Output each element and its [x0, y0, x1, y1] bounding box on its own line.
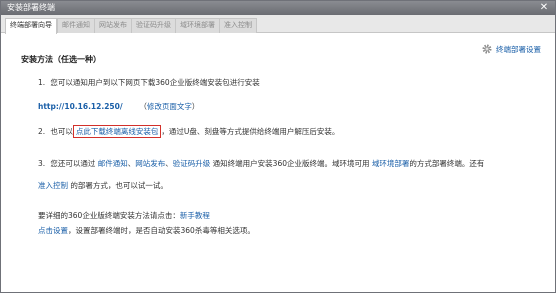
beginner-tutorial-link[interactable]: 新手教程 [180, 211, 210, 220]
tab-web-publish[interactable]: 网站发布 [94, 18, 132, 33]
tab-mail-notify[interactable]: 邮件通知 [57, 18, 95, 33]
step1-url-line: http://10.16.12.250/ （修改页面文字） [38, 102, 199, 112]
step2-suffix: ，通过U盘、刻盘等方式提供给终端用户解压后安装。 [161, 127, 340, 136]
domain-deploy-link[interactable]: 域环境部署 [372, 159, 410, 168]
offline-package-download-link[interactable]: 点此下载终端离线安装包 [72, 125, 162, 138]
click-settings-link[interactable]: 点击设置 [38, 226, 68, 235]
step3-number: 3. [38, 159, 46, 168]
close-icon[interactable]: ✕ [537, 2, 551, 13]
tab-access-control[interactable]: 准入控制 [219, 18, 257, 33]
access-control-link[interactable]: 准入控制 [38, 181, 68, 190]
deploy-settings-link[interactable]: 终端部署设置 [481, 43, 541, 55]
step3-line1: 3. 您还可以通过 邮件通知、网站发布、验证码升级 通知终端用户安装360企业版… [38, 159, 484, 169]
step3-sep2: 、 [165, 159, 173, 168]
edit-paren-close: ） [191, 102, 200, 111]
web-publish-link[interactable]: 网站发布 [135, 159, 165, 168]
auto-setting-line: 点击设置，设置部署终端时，是否自动安装360杀毒等相关选项。 [38, 226, 255, 236]
download-page-url[interactable]: http://10.16.12.250/ [38, 102, 123, 111]
step3-mid: 通知终端用户安装360企业版终端。域环境可用 [212, 159, 370, 168]
step2-line: 2. 也可以 点此下载终端离线安装包 ，通过U盘、刻盘等方式提供给终端用户解压后安装… [38, 125, 340, 138]
step3-prefix: 您还可以通过 [50, 159, 96, 168]
step3-line2: 准入控制 的部署方式，也可以试一试。 [38, 181, 168, 191]
tutorial-prefix: 要详细的360企业版终端安装方法请点击： [38, 211, 180, 220]
step1-number: 1. [38, 78, 46, 87]
step1-text-line: 1. 您可以通知用户到以下网页下载360企业版终端安装包进行安装 [38, 78, 260, 88]
edit-paren-open: （ [139, 102, 147, 111]
tab-bar: 终端部署向导 邮件通知 网站发布 验证码升级 域环境部署 准入控制 [1, 15, 555, 34]
edit-page-text-link[interactable]: 修改页面文字 [147, 102, 192, 111]
tab-domain-deploy[interactable]: 域环境部署 [175, 18, 220, 33]
step1-text: 您可以通知用户到以下网页下载360企业版终端安装包进行安装 [50, 78, 260, 87]
auto-setting-suffix: ，设置部署终端时，是否自动安装360杀毒等相关选项。 [68, 226, 255, 235]
deploy-settings-label: 终端部署设置 [496, 44, 541, 54]
mail-notify-link[interactable]: 邮件通知 [98, 159, 128, 168]
tutorial-line: 要详细的360企业版终端安装方法请点击：新手教程 [38, 211, 210, 221]
gear-icon [482, 44, 492, 54]
install-dialog: 安装部署终端 ✕ 终端部署向导 邮件通知 网站发布 验证码升级 域环境部署 准入… [0, 0, 556, 293]
step2-number: 2. [38, 127, 46, 136]
tab-deploy-wizard[interactable]: 终端部署向导 [5, 18, 57, 34]
step3-tail: 的方式部署终端。还有 [409, 159, 485, 168]
step3-line2-suffix: 的部署方式，也可以试一试。 [70, 181, 168, 190]
install-methods-heading: 安装方法（任选一种） [21, 55, 101, 64]
captcha-upgrade-link[interactable]: 验证码升级 [173, 159, 211, 168]
step2-prefix: 也可以 [50, 127, 73, 136]
dialog-title: 安装部署终端 [7, 3, 55, 12]
tab-captcha-upgrade[interactable]: 验证码升级 [131, 18, 176, 33]
title-bar[interactable]: 安装部署终端 ✕ [1, 1, 555, 15]
